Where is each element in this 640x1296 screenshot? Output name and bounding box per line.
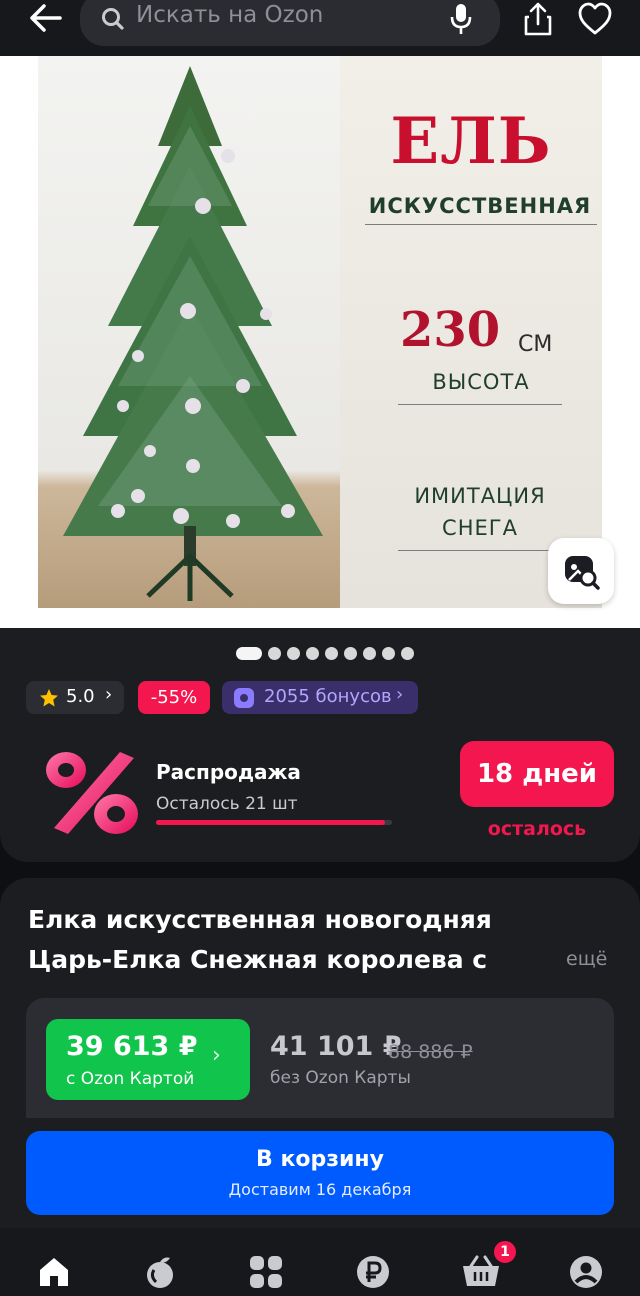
chevron-right-icon: ›	[105, 684, 113, 705]
image-search-button[interactable]	[548, 538, 614, 604]
discount-badge: -55%	[138, 681, 210, 714]
gallery-dot[interactable]	[325, 647, 338, 660]
nav-finance[interactable]	[355, 1254, 391, 1290]
product-title[interactable]: Елка искусственная новогодняя Царь-Елка …	[28, 900, 538, 980]
ad-divider	[365, 224, 597, 225]
ozon-card-price-button[interactable]: 39 613 ₽ с Ozon Картой ›	[46, 1019, 250, 1100]
regular-price-label: без Ozon Карты	[270, 1068, 411, 1088]
nav-cart[interactable]	[461, 1254, 499, 1290]
share-icon	[524, 2, 552, 36]
product-gallery[interactable]: ЕЛЬ ИСКУССТВЕННАЯ 230 СМ ВЫСОТА ИМИТАЦИЯ…	[0, 56, 640, 628]
bottom-navigation	[0, 1228, 640, 1296]
bonus-icon	[234, 688, 254, 708]
delivery-date: Доставим 16 декабря	[228, 1180, 412, 1199]
ad-snow-line2: СНЕГА	[442, 516, 518, 540]
bonus-label: 2055 бонусов	[264, 686, 392, 707]
top-bar: Искать на Ozon	[0, 0, 640, 56]
add-to-cart-button[interactable]: В корзину Доставим 16 декабря	[26, 1131, 614, 1215]
sale-title: Распродажа	[156, 760, 301, 784]
fresh-icon	[147, 1257, 173, 1288]
more-link[interactable]: ещё	[566, 948, 607, 970]
bonus-badge[interactable]: 2055 бонусов ›	[222, 681, 418, 714]
ad-subtitle: ИСКУССТВЕННАЯ	[368, 194, 592, 218]
ad-title: ЕЛЬ	[390, 104, 552, 179]
ad-height-value: 230	[400, 302, 501, 358]
nav-catalog[interactable]	[248, 1254, 284, 1290]
ad-divider	[398, 550, 562, 551]
catalog-icon	[250, 1256, 282, 1288]
gallery-dot[interactable]	[382, 647, 395, 660]
heart-icon	[578, 2, 612, 35]
old-price: 88 886 ₽	[388, 1041, 473, 1063]
ad-height-label: ВЫСОТА	[432, 370, 530, 394]
chevron-right-icon: ›	[396, 684, 404, 705]
share-button[interactable]	[520, 0, 556, 40]
search-icon	[102, 8, 124, 30]
search-placeholder: Искать на Ozon	[136, 2, 324, 28]
sale-progress-bar	[156, 820, 392, 825]
sale-progress-fill	[156, 820, 385, 825]
gallery-dot[interactable]	[363, 647, 376, 660]
ad-height-unit: СМ	[518, 332, 553, 357]
chevron-right-icon: ›	[212, 1043, 221, 1068]
rating-value: 5.0	[66, 686, 95, 707]
add-to-cart-label: В корзину	[256, 1147, 384, 1172]
gallery-dot[interactable]	[306, 647, 319, 660]
nav-fresh[interactable]	[142, 1254, 178, 1290]
star-icon	[40, 689, 58, 707]
ad-divider	[398, 404, 562, 405]
product-title-line1: Елка искусственная новогодняя	[28, 905, 492, 934]
christmas-tree-image	[63, 66, 323, 601]
sale-remaining: Осталось 21 шт	[156, 794, 298, 814]
cart-count-badge: 1	[492, 1239, 518, 1265]
regular-price: 41 101 ₽	[270, 1031, 402, 1062]
home-icon	[40, 1258, 68, 1286]
finance-icon	[357, 1256, 389, 1288]
ozon-card-label: с Ozon Картой	[66, 1069, 195, 1089]
gallery-dot[interactable]	[268, 647, 281, 660]
gallery-dot[interactable]	[401, 647, 414, 660]
arrow-left-icon	[30, 4, 62, 32]
ozon-card-price: 39 613 ₽	[66, 1031, 198, 1062]
days-left-caption: осталось	[487, 818, 587, 840]
image-search-icon	[565, 556, 600, 590]
nav-home[interactable]	[36, 1254, 72, 1290]
search-input[interactable]: Искать на Ozon	[80, 0, 500, 46]
gallery-dot[interactable]	[344, 647, 357, 660]
profile-icon	[570, 1256, 602, 1288]
gallery-dot[interactable]	[287, 647, 300, 660]
back-button[interactable]	[24, 0, 68, 40]
days-left-badge: 18 дней	[460, 741, 614, 807]
ad-snow-text: ИМИТАЦИЯ СНЕГА	[395, 480, 565, 544]
favorite-button[interactable]	[576, 0, 614, 40]
ad-snow-line1: ИМИТАЦИЯ	[414, 484, 546, 508]
sale-percent-icon	[46, 752, 138, 834]
microphone-icon[interactable]	[448, 2, 474, 36]
nav-profile[interactable]	[568, 1254, 604, 1290]
gallery-dot[interactable]	[236, 647, 262, 660]
product-title-line2: Царь-Елка Снежная королева с	[28, 945, 488, 974]
rating-badge[interactable]: 5.0 ›	[26, 681, 124, 714]
